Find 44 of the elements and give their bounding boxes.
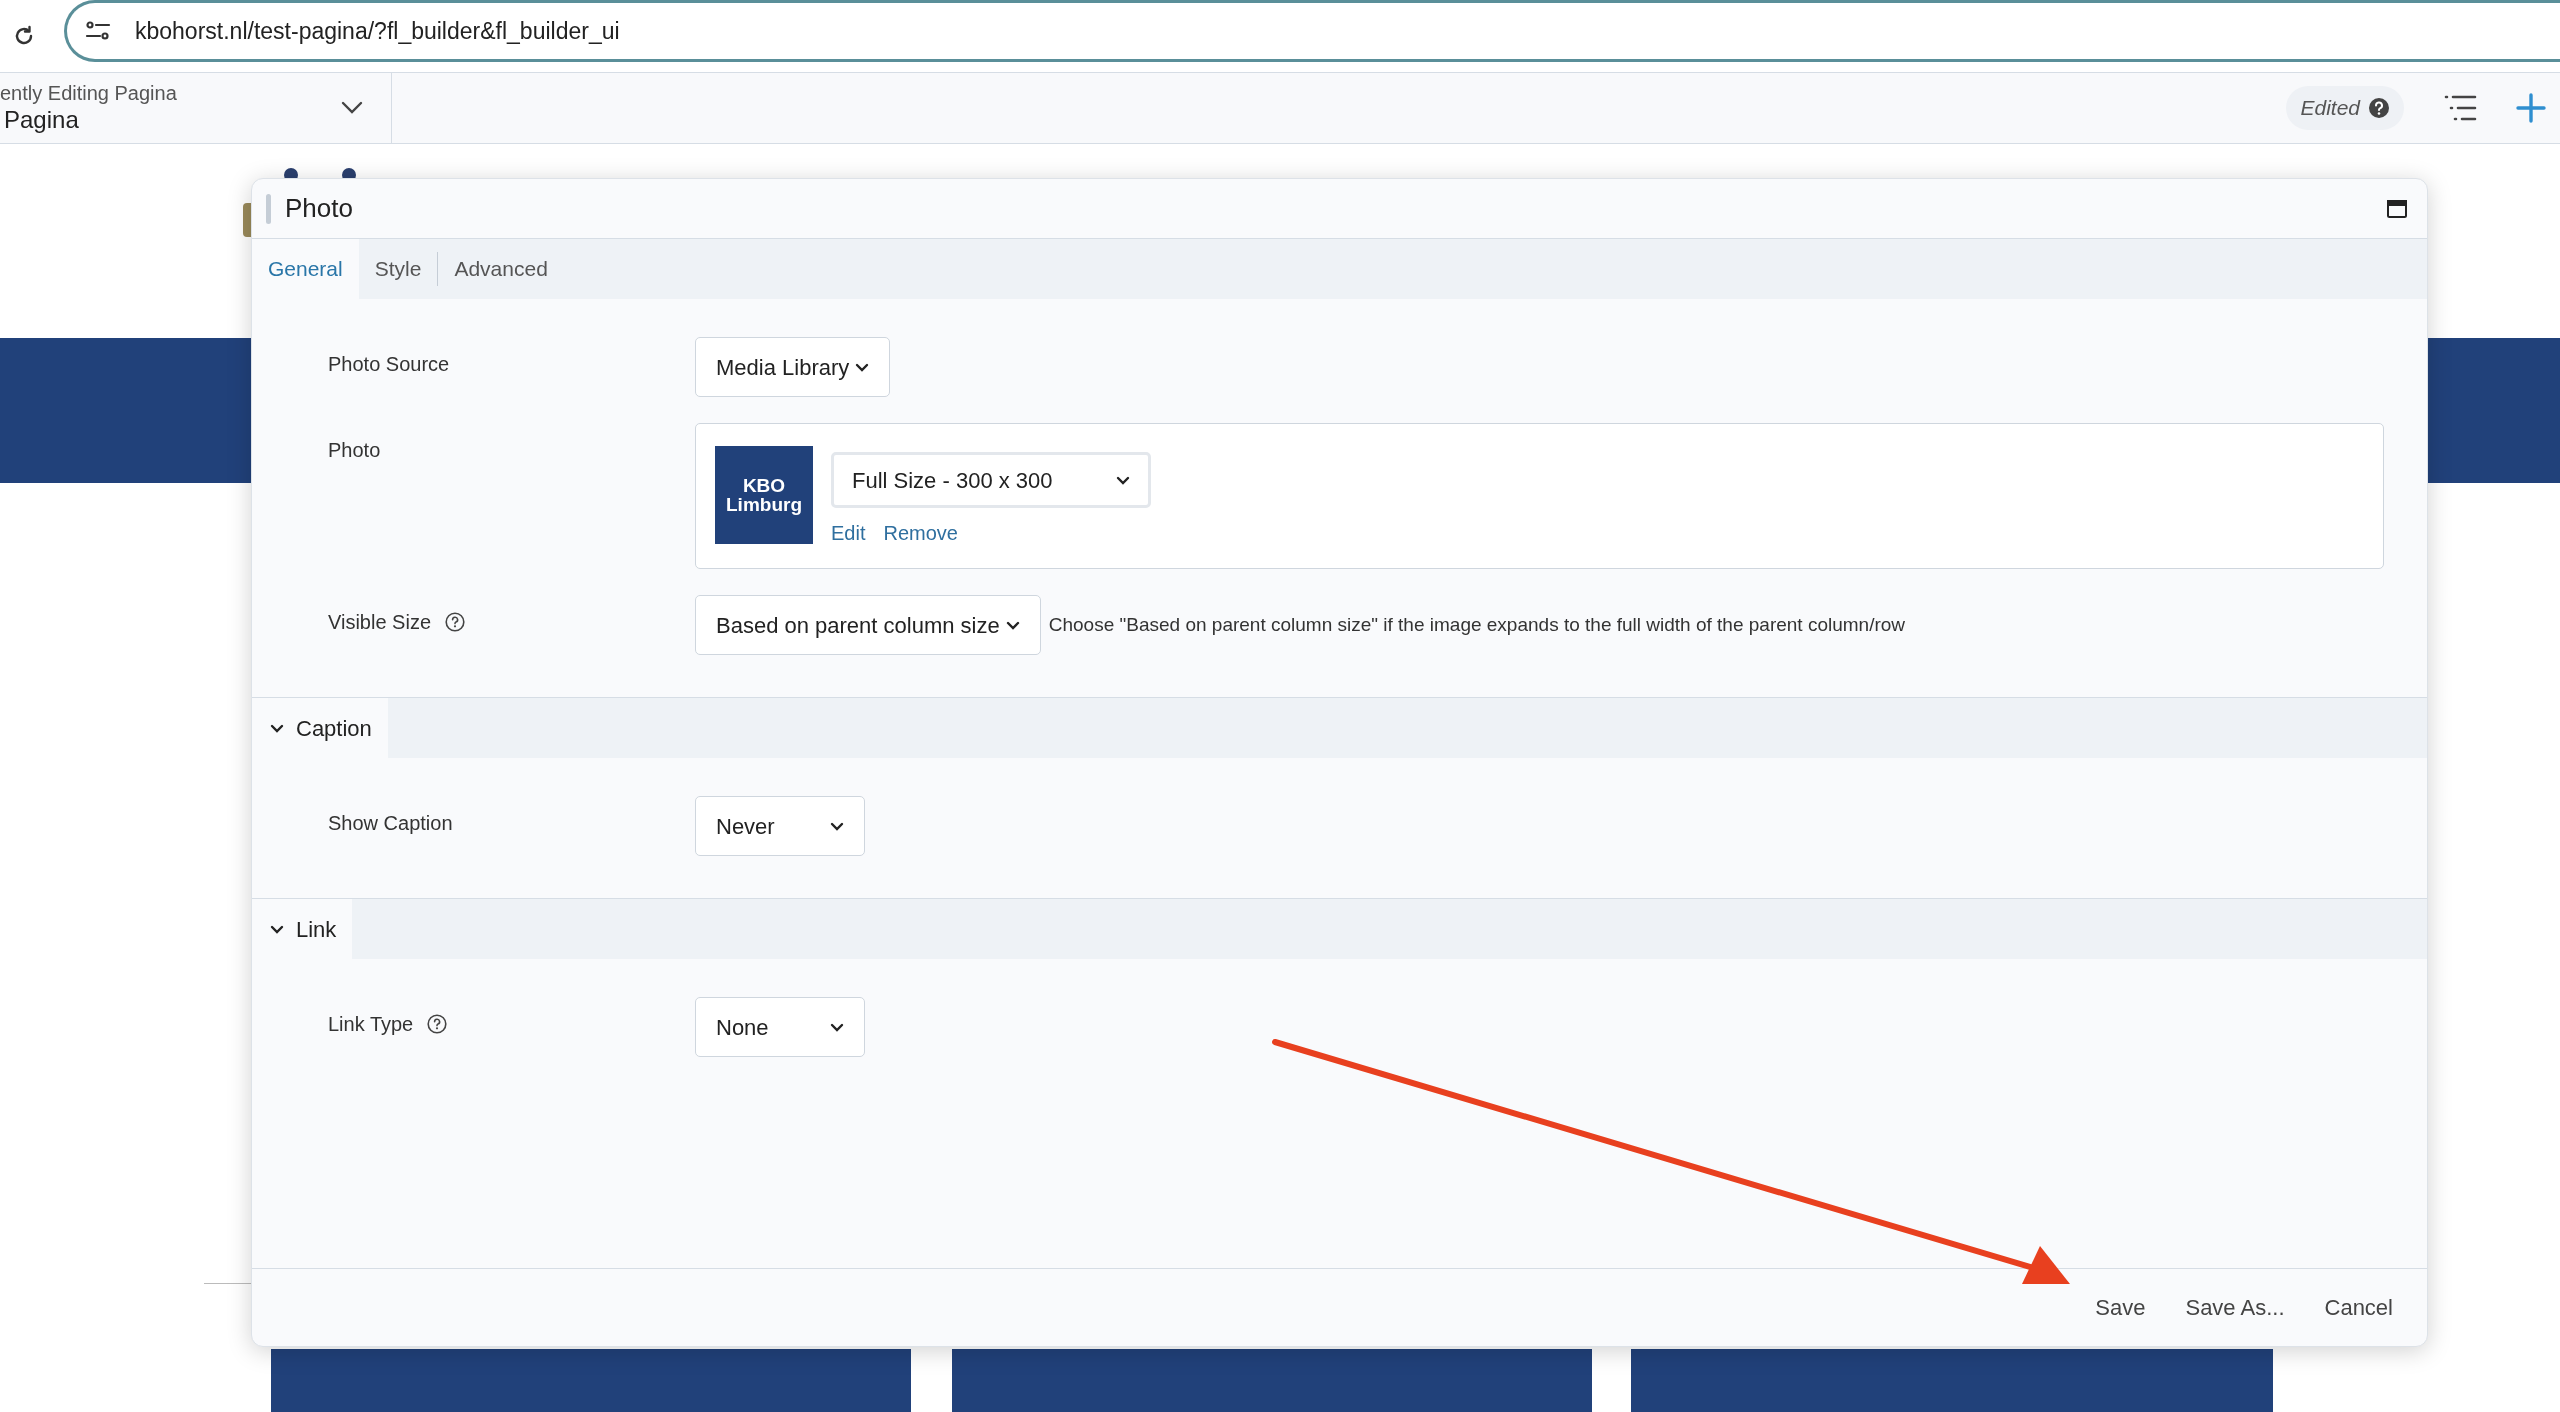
chevron-down-icon	[1005, 620, 1020, 630]
chevron-down-icon[interactable]	[341, 101, 363, 115]
chevron-down-icon	[830, 821, 844, 831]
maximize-icon[interactable]	[2387, 199, 2407, 218]
tab[interactable]: Advanced	[438, 239, 564, 299]
plus-icon[interactable]	[2516, 93, 2546, 123]
outline-list-icon[interactable]	[2444, 94, 2478, 122]
select-dropdown[interactable]: Based on parent column size	[695, 595, 1041, 655]
section-header[interactable]: Link	[252, 899, 353, 959]
field-label: Link Type	[328, 1012, 414, 1037]
photo-action-link[interactable]: Edit	[831, 518, 866, 548]
footer-button[interactable]: Cancel	[2304, 1283, 2413, 1332]
tab[interactable]: General	[252, 239, 359, 299]
editing-label: ently Editing Pagina	[0, 81, 177, 105]
help-icon[interactable]	[427, 1014, 448, 1034]
select-dropdown[interactable]: Never	[695, 796, 865, 856]
footer-button[interactable]: Save As...	[2165, 1283, 2305, 1332]
chevron-icon	[270, 723, 284, 733]
help-icon	[2368, 97, 2390, 119]
field-label: Photo Source	[328, 352, 450, 377]
field-label: Show Caption	[328, 811, 453, 836]
tab[interactable]: Style	[358, 239, 438, 299]
select-dropdown[interactable]: Full Size - 300 x 300	[831, 452, 1151, 508]
drag-handle[interactable]	[266, 193, 271, 224]
section-header[interactable]: Caption	[252, 698, 388, 758]
select-dropdown[interactable]: None	[695, 997, 865, 1057]
chevron-down-icon	[1116, 475, 1130, 485]
page-name: Pagina	[3, 105, 80, 135]
url-text: kbohorst.nl/test-pagina/?fl_builder&fl_builder_ui	[135, 16, 620, 46]
field-label: Photo	[328, 438, 381, 463]
address-bar[interactable]: kbohorst.nl/test-pagina/?fl_builder&fl_builder_ui	[64, 0, 2560, 62]
field-description: Choose "Based on parent column size" if the image expands to the full width of the parent column/row	[1048, 613, 1906, 637]
chevron-down-icon	[830, 1022, 844, 1032]
status-pill[interactable]: Edited	[2286, 86, 2404, 130]
footer-button[interactable]: Save	[2075, 1283, 2166, 1332]
logo-thumbnail: KBO Limburg	[715, 446, 813, 544]
chevron-icon	[270, 924, 284, 934]
chevron-down-icon	[855, 362, 870, 372]
field-label: Visible Size	[328, 610, 432, 635]
select-dropdown[interactable]: Media Library	[695, 337, 891, 397]
photo-action-link[interactable]: Remove	[883, 518, 958, 548]
panel-title: Photo	[285, 192, 353, 225]
site-settings-icon[interactable]	[85, 20, 111, 42]
help-icon[interactable]	[445, 612, 466, 632]
